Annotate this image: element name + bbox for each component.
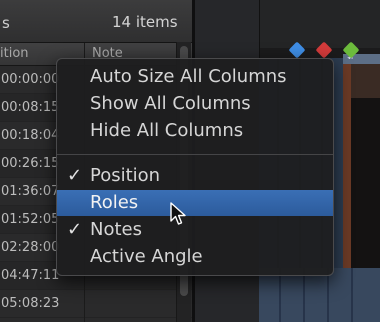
track-stripe (327, 268, 329, 322)
clip-image-detail (343, 58, 351, 268)
menu-item-label: Auto Size All Columns (90, 66, 287, 87)
mouse-pointer-icon (170, 202, 186, 225)
video-clip-thumbnail[interactable] (343, 58, 380, 268)
menu-item-label: Active Angle (90, 246, 203, 267)
menu-item-show-all-columns[interactable]: Show All Columns (57, 91, 333, 117)
menu-item-notes[interactable]: ✓ Notes (57, 217, 333, 243)
menu-item-auto-size-all-columns[interactable]: Auto Size All Columns (57, 64, 333, 90)
menu-item-active-angle[interactable]: Active Angle (57, 244, 333, 270)
menu-item-label: Position (90, 165, 161, 186)
menu-item-label: Notes (90, 219, 142, 240)
table-row[interactable]: 05:08:23 (0, 290, 192, 318)
items-count: 14 items (112, 13, 178, 31)
browser-header: s 14 items (0, 0, 192, 43)
track-stripe (351, 268, 353, 322)
menu-item-hide-all-columns[interactable]: Hide All Columns (57, 118, 333, 144)
checkmark-icon: ✓ (67, 165, 83, 186)
menu-separator (57, 154, 333, 155)
menu-item-roles[interactable]: Roles (57, 190, 333, 216)
browser-header-text: s (2, 14, 10, 32)
menu-item-label: Show All Columns (90, 93, 251, 114)
track-stripe (303, 268, 305, 322)
menu-item-label: Hide All Columns (90, 120, 244, 141)
column-header-position[interactable]: ition (0, 46, 29, 61)
checkmark-icon: ✓ (67, 219, 83, 240)
lower-track[interactable] (259, 268, 380, 322)
menu-item-position[interactable]: ✓ Position (57, 163, 333, 189)
track-stripe (279, 268, 281, 322)
clip-image-figure (351, 98, 380, 268)
column-context-menu: Auto Size All Columns Show All Columns H… (56, 58, 334, 276)
menu-item-label: Roles (90, 192, 139, 213)
